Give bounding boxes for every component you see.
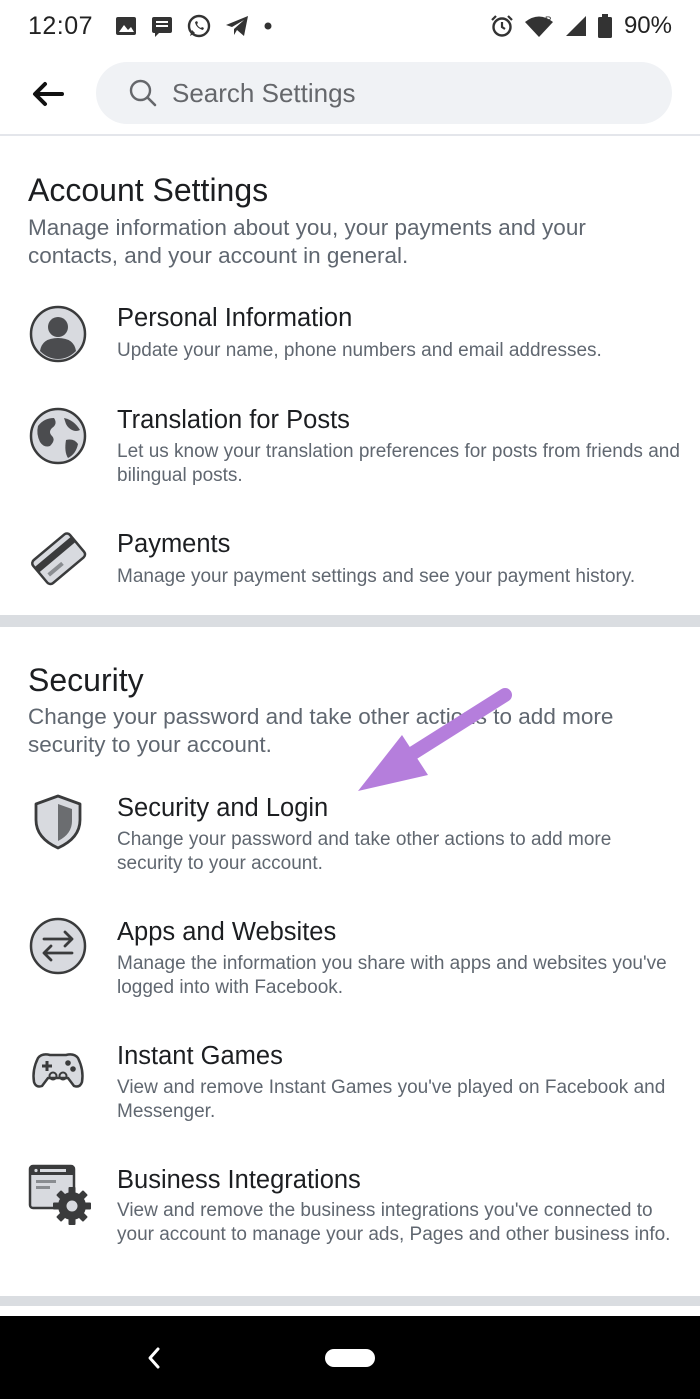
top-bar: Search Settings (0, 52, 700, 136)
browser-gear-icon (28, 1164, 91, 1225)
settings-item-description: View and remove the business integration… (117, 1200, 671, 1245)
globe-icon (29, 407, 87, 465)
settings-item-security-and-login[interactable]: Security and Login Change your password … (0, 784, 700, 892)
settings-item-title: Translation for Posts (117, 406, 350, 434)
security-description: Change your password and take other acti… (28, 704, 614, 757)
annotation-arrow-icon (358, 688, 512, 791)
search-icon (129, 79, 157, 107)
search-input[interactable]: Search Settings (96, 62, 672, 124)
gamepad-icon (32, 1053, 84, 1088)
back-arrow-icon (33, 82, 64, 106)
more-notifications-dot (264, 22, 272, 30)
notification-icons (115, 14, 273, 38)
person-icon (29, 305, 87, 363)
swap-arrows-icon (29, 917, 87, 975)
settings-item-description: Manage the information you share with ap… (117, 953, 667, 998)
credit-card-icon (31, 532, 87, 586)
settings-item-business-integrations[interactable]: Business Integrations View and remove th… (0, 1156, 700, 1286)
shield-icon (34, 794, 82, 850)
settings-item-payments[interactable]: Payments Manage your payment settings an… (0, 520, 700, 616)
battery-icon (597, 14, 612, 38)
settings-item-description: Update your name, phone numbers and emai… (117, 340, 602, 361)
message-icon (152, 17, 173, 37)
svg-text:R: R (545, 15, 552, 25)
section-divider (0, 1296, 700, 1306)
battery-percentage: 90% (623, 12, 672, 39)
account-settings-title: Account Settings (28, 172, 269, 208)
account-settings-description: Manage information about you, your payme… (28, 215, 586, 268)
back-button[interactable] (30, 76, 66, 112)
wifi-icon: R (524, 15, 553, 37)
settings-item-apps-and-websites[interactable]: Apps and Websites Manage the information… (0, 908, 700, 1016)
settings-item-instant-games[interactable]: Instant Games View and remove Instant Ga… (0, 1032, 700, 1140)
system-icons: R 90% (490, 12, 672, 40)
settings-item-description: Change your password and take other acti… (117, 829, 612, 874)
settings-item-title: Instant Games (117, 1042, 283, 1070)
settings-item-title: Business Integrations (117, 1166, 361, 1194)
settings-item-translation-for-posts[interactable]: Translation for Posts Let us know your t… (0, 396, 700, 506)
gallery-icon (116, 17, 137, 35)
nav-back-icon[interactable] (144, 1346, 164, 1370)
telegram-icon (226, 16, 249, 36)
status-bar: 12:07 R 90% (0, 0, 700, 52)
cell-signal-icon (565, 16, 586, 36)
settings-item-personal-information[interactable]: Personal Information Update your name, p… (0, 294, 700, 390)
settings-item-title: Payments (117, 530, 231, 558)
settings-item-description: Manage your payment settings and see you… (117, 566, 636, 587)
settings-item-title: Apps and Websites (117, 918, 337, 946)
nav-home-pill[interactable] (325, 1349, 375, 1367)
settings-item-title: Personal Information (117, 304, 353, 332)
status-time: 12:07 (28, 11, 94, 40)
settings-item-title: Security and Login (117, 794, 329, 822)
system-navigation-bar (0, 1316, 700, 1399)
settings-item-description: Let us know your translation preferences… (117, 441, 680, 486)
alarm-icon (491, 15, 513, 37)
section-divider (0, 615, 700, 627)
security-title: Security (28, 662, 144, 698)
search-placeholder: Search Settings (172, 77, 356, 108)
settings-item-description: View and remove Instant Games you've pla… (117, 1077, 666, 1122)
whatsapp-icon (187, 14, 211, 38)
